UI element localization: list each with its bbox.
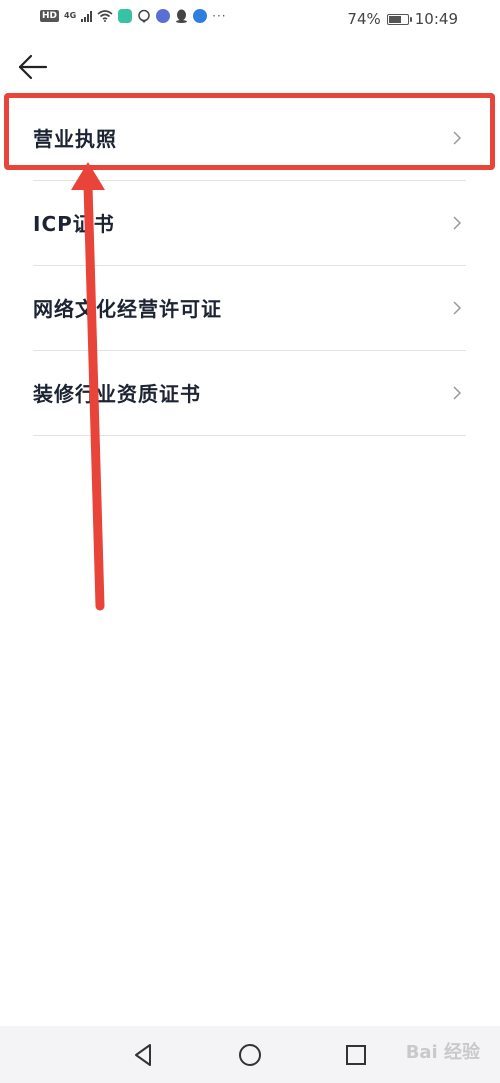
list-item-label: 营业执照 xyxy=(33,127,117,151)
list-item-decoration-qualification[interactable]: 装修行业资质证书 xyxy=(33,351,466,436)
chevron-right-icon xyxy=(453,131,462,145)
lightbulb-app-icon xyxy=(193,9,208,23)
triangle-back-icon xyxy=(135,1044,151,1066)
clock: 10:49 xyxy=(414,10,458,28)
penguin-icon xyxy=(176,9,188,23)
square-recents-icon xyxy=(346,1045,366,1065)
status-icons: HD 4G ··· xyxy=(40,9,227,23)
app-notification-icon xyxy=(118,9,133,23)
list-item-icp-certificate[interactable]: ICP证书 xyxy=(33,181,466,266)
nav-back-button[interactable] xyxy=(129,1040,159,1070)
battery-percent: 74% xyxy=(347,10,381,28)
watermark: Bai 经验 xyxy=(405,1042,480,1063)
status-right: 74% 10:49 xyxy=(347,10,458,28)
list-item-network-culture-license[interactable]: 网络文化经营许可证 xyxy=(33,266,466,351)
circle-home-icon xyxy=(239,1044,261,1066)
music-app-icon xyxy=(156,9,171,23)
network-type: 4G xyxy=(64,11,77,20)
arrow-left-icon xyxy=(18,54,48,80)
wifi-icon xyxy=(97,10,113,22)
more-notifications-indicator: ··· xyxy=(212,9,227,23)
back-button[interactable] xyxy=(16,52,50,82)
chevron-right-icon xyxy=(453,301,462,315)
signal-icon xyxy=(81,10,93,22)
nav-home-button[interactable] xyxy=(235,1040,265,1070)
battery-icon xyxy=(386,13,412,25)
list-item-label: ICP证书 xyxy=(33,212,115,236)
certificate-list: 营业执照 ICP证书 网络文化经营许可证 装修行业资质证书 xyxy=(33,96,466,436)
list-item-label: 装修行业资质证书 xyxy=(33,382,201,406)
status-bar: HD 4G ··· 74% 10:49 xyxy=(0,0,500,38)
list-item-label: 网络文化经营许可证 xyxy=(33,297,222,321)
chevron-right-icon xyxy=(453,386,462,400)
chat-bubble-icon xyxy=(138,9,150,23)
nav-recents-button[interactable] xyxy=(341,1040,371,1070)
hd-badge: HD xyxy=(40,10,60,22)
system-nav-bar: Bai 经验 xyxy=(0,1026,500,1083)
list-item-business-license[interactable]: 营业执照 xyxy=(33,96,466,181)
chevron-right-icon xyxy=(453,216,462,230)
